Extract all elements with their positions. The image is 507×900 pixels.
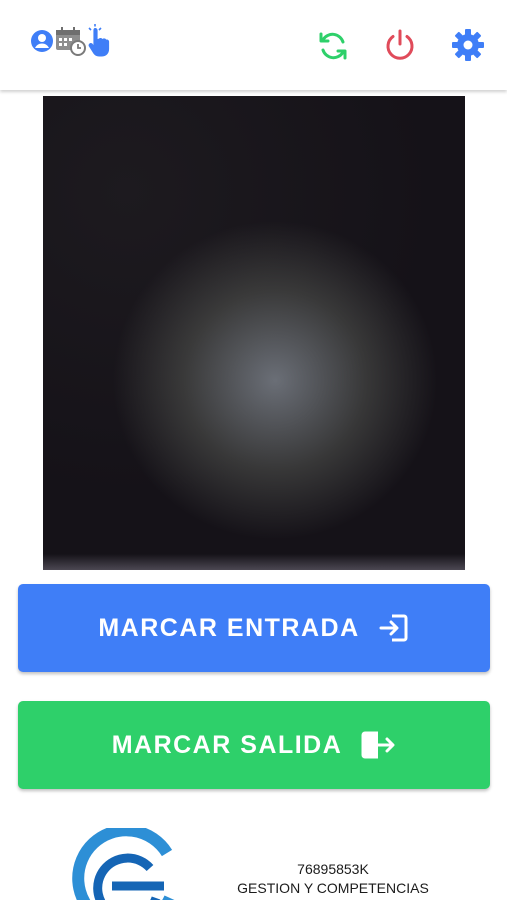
sign-in-icon (378, 612, 410, 644)
calendar-clock-icon (56, 27, 86, 56)
sync-icon[interactable] (316, 29, 350, 63)
camera-preview (43, 96, 465, 570)
marcar-salida-label: MARCAR SALIDA (111, 730, 343, 759)
hand-pointer-icon (88, 24, 110, 57)
marcar-entrada-button[interactable]: MARCAR ENTRADA (18, 584, 490, 672)
company-name: GESTION Y COMPETENCIAS (237, 880, 429, 896)
power-icon[interactable] (384, 28, 416, 62)
company-logo (52, 828, 182, 900)
marcar-entrada-label: MARCAR ENTRADA (98, 613, 360, 642)
gear-icon[interactable] (450, 27, 486, 63)
user-circle-icon (31, 30, 53, 52)
company-id: 76895853K (297, 861, 369, 877)
marcar-salida-button[interactable]: MARCAR SALIDA (18, 701, 490, 789)
company-info: 76895853K GESTION Y COMPETENCIAS (228, 860, 438, 898)
sign-out-icon (360, 729, 396, 761)
top-bar (0, 0, 507, 90)
